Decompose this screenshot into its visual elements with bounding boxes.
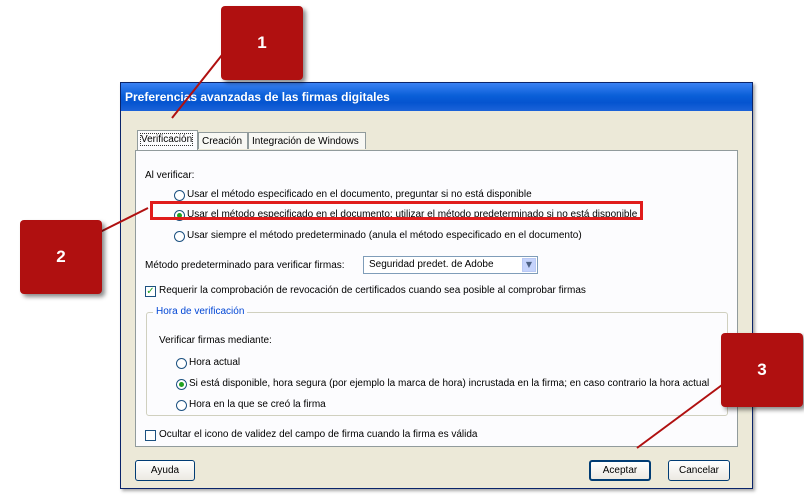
preferences-dialog: Preferencias avanzadas de las firmas dig…	[120, 82, 753, 489]
chevron-down-icon[interactable]: ▼	[522, 258, 536, 272]
verification-panel: Al verificar: Usar el método especificad…	[135, 150, 738, 447]
ok-button[interactable]: Aceptar	[589, 460, 651, 481]
verify-option-3-label[interactable]: Usar siempre el método predeterminado (a…	[187, 230, 582, 241]
help-button[interactable]: Ayuda	[135, 460, 195, 481]
callout-1: 1	[221, 6, 303, 80]
time-subheading: Verificar firmas mediante:	[159, 335, 272, 346]
tab-integracion-windows[interactable]: Integración de Windows	[248, 132, 366, 149]
callout-3: 3	[721, 333, 803, 407]
time-option-1-label[interactable]: Hora actual	[189, 357, 240, 368]
time-option-2-radio[interactable]	[176, 379, 187, 390]
hide-icon-label[interactable]: Ocultar el icono de validez del campo de…	[159, 429, 478, 440]
revocation-checkbox[interactable]: ✓	[145, 286, 156, 297]
highlight-box	[150, 201, 643, 220]
default-method-value: Seguridad predet. de Adobe	[369, 259, 494, 270]
time-option-2-label[interactable]: Si está disponible, hora segura (por eje…	[189, 378, 709, 389]
window-title: Preferencias avanzadas de las firmas dig…	[121, 83, 752, 111]
default-method-select[interactable]: Seguridad predet. de Adobe ▼	[363, 256, 538, 274]
time-option-3-radio[interactable]	[176, 400, 187, 411]
verification-time-group-title: Hora de verificación	[153, 306, 248, 317]
time-option-3-label[interactable]: Hora en la que se creó la firma	[189, 399, 326, 410]
hide-icon-checkbox[interactable]	[145, 430, 156, 441]
callout-2: 2	[20, 220, 102, 294]
time-option-1-radio[interactable]	[176, 358, 187, 369]
verify-option-1-label[interactable]: Usar el método especificado en el docume…	[187, 189, 532, 200]
tab-creacion[interactable]: Creación	[198, 132, 248, 149]
revocation-label[interactable]: Requerir la comprobación de revocación d…	[159, 285, 586, 296]
verify-option-3-radio[interactable]	[174, 231, 185, 242]
default-method-label: Método predeterminado para verificar fir…	[145, 260, 345, 271]
verify-heading: Al verificar:	[145, 170, 195, 181]
cancel-button[interactable]: Cancelar	[668, 460, 730, 481]
tab-verificacion[interactable]: Verificación	[137, 130, 198, 150]
verify-option-1-radio[interactable]	[174, 190, 185, 201]
